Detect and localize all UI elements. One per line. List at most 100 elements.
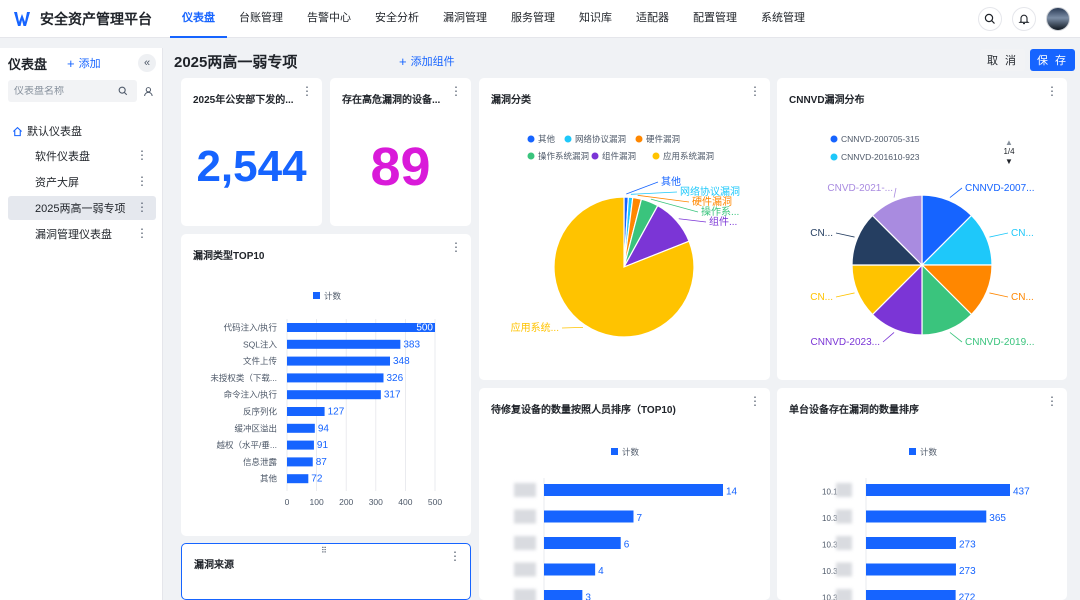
bar-value-label: 273 (959, 566, 976, 577)
top10-bar-chart: 计数 0 100 200 300 400 500 500 代码注入/执行 383 SQL注入 348 文… (210, 291, 442, 507)
y-category-label: 其他 (260, 474, 278, 484)
bar (287, 457, 313, 467)
sidebar-dashboard-item[interactable]: 软件仪表盘 ⋮ (8, 144, 156, 168)
sidebar-item-label: 漏洞管理仪表盘 (35, 229, 112, 241)
sidebar-dashboard-item[interactable]: 资产大屏 ⋮ (8, 170, 156, 194)
legend-label: CNNVD-201610-923 (841, 152, 920, 162)
nav-item[interactable]: 适配器 (624, 0, 681, 38)
more-vertical-icon[interactable]: ⋮ (136, 227, 148, 239)
kpi-card-mps-assets: 2025年公安部下发的... ⋮ 2,544 (181, 78, 322, 226)
bar-value-label: 3 (585, 593, 591, 600)
save-button[interactable]: 保 存 (1030, 49, 1075, 71)
plus-icon: + (399, 53, 407, 69)
nav-item[interactable]: 漏洞管理 (431, 0, 499, 38)
main-menu: 仪表盘 台账管理 告警中心 安全分析 漏洞管理 服务管理 知识库 适配器 配置管理 系统管理 (170, 0, 817, 38)
legend-label: 硬件漏洞 (646, 134, 680, 144)
logo-icon (14, 11, 30, 26)
nav-item[interactable]: 仪表盘 (170, 0, 227, 38)
bar-value-label: 383 (403, 339, 420, 350)
y-category-label: 10.3 (822, 514, 838, 523)
legend-marker (909, 448, 916, 455)
bar-value-label: 72 (311, 474, 323, 485)
drag-handle-icon[interactable]: ⠿ (321, 546, 328, 555)
brand[interactable]: 安全资产管理平台 (0, 9, 170, 29)
app-title: 安全资产管理平台 (40, 10, 152, 27)
tree-root-label: 默认仪表盘 (27, 126, 82, 138)
bar-value-label: 437 (1013, 487, 1030, 498)
collapse-sidebar-button[interactable]: « (138, 54, 156, 72)
y-category-label: SQL注入 (243, 339, 278, 349)
page-title: 2025两高一弱专项 (174, 54, 298, 71)
vuln-source-card[interactable]: ⠿ 漏洞来源 ⋮ (181, 543, 471, 600)
sidebar-dashboard-item[interactable]: 2025两高一弱专项 ⋮ (8, 196, 156, 220)
nav-item[interactable]: 台账管理 (227, 0, 295, 38)
sidebar-item-label: 软件仪表盘 (35, 151, 90, 163)
bar-value-label: 87 (316, 457, 328, 468)
pie-leader-line (949, 187, 963, 198)
nav-item[interactable]: 系统管理 (749, 0, 817, 38)
bar (866, 510, 987, 523)
bar-value-label: 365 (989, 513, 1006, 524)
card-title: 2025年公安部下发的... (193, 95, 294, 106)
legend-label: 计数 (324, 291, 342, 301)
top-nav: 安全资产管理平台 仪表盘 台账管理 告警中心 安全分析 漏洞管理 服务管理 知识库 适配器 配置… (0, 0, 1080, 38)
more-vertical-icon[interactable]: ⋮ (136, 149, 148, 161)
blurred-category-label (836, 589, 852, 600)
y-category-label: 10.3 (822, 567, 838, 576)
legend-prev-icon: ▲ (1005, 138, 1013, 147)
search-icon[interactable] (118, 86, 128, 96)
blurred-category-label (514, 536, 536, 550)
legend-marker (830, 135, 838, 143)
pie-slice-label: CNNVD-2007... (965, 183, 1034, 194)
pie-slice-label: CNVD-2021-... (827, 183, 893, 194)
user-avatar[interactable] (1046, 7, 1070, 31)
user-filter-icon[interactable] (143, 86, 154, 97)
blurred-category-label (836, 509, 852, 524)
nav-item[interactable]: 服务管理 (499, 0, 567, 38)
bar-value-label: 7 (637, 513, 643, 524)
dashboard-search-input[interactable] (14, 85, 118, 97)
nav-item[interactable]: 安全分析 (363, 0, 431, 38)
nav-item[interactable]: 配置管理 (681, 0, 749, 38)
legend-label: 计数 (920, 447, 938, 457)
bar (866, 537, 956, 549)
cancel-button[interactable]: 取 消 (980, 49, 1025, 71)
add-dashboard-button[interactable]: + 添加 (67, 55, 101, 71)
y-category-label: 反序列化 (243, 407, 278, 417)
card-more-icon[interactable]: ⋮ (301, 85, 313, 97)
legend-marker (313, 292, 320, 299)
more-vertical-icon[interactable]: ⋮ (136, 175, 148, 187)
pie-slice-label: CN... (810, 228, 833, 239)
bar (287, 339, 401, 349)
bar (866, 484, 1010, 496)
pie-leader-line (835, 292, 855, 298)
card-title: 存在高危漏洞的设备... (342, 95, 441, 106)
legend-label: 操作系统漏洞 (538, 151, 589, 161)
pie-slice-label: CNNVD-2023... (811, 337, 880, 348)
nav-item[interactable]: 知识库 (567, 0, 624, 38)
card-more-icon[interactable]: ⋮ (449, 550, 461, 562)
sidebar-title: 仪表盘 (8, 56, 48, 72)
legend-marker (830, 153, 838, 161)
dashboard-tree: 默认仪表盘 软件仪表盘 ⋮ 资产大屏 ⋮ 2025两高一弱专项 ⋮ 漏洞管理仪表盘 ⋮ (0, 120, 162, 246)
y-category-label: 文件上传 (243, 356, 278, 366)
bar (544, 563, 596, 576)
notification-button[interactable] (1012, 7, 1036, 31)
more-vertical-icon[interactable]: ⋮ (136, 201, 148, 213)
card-title: 漏洞来源 (194, 560, 234, 571)
nav-item[interactable]: 告警中心 (295, 0, 363, 38)
blurred-category-label (836, 536, 852, 550)
cnnvd-card: CNNVD漏洞分布 ⋮ CNNVD-200705-315 CNNVD-201610… (777, 78, 1067, 380)
bar (544, 484, 723, 496)
card-more-icon[interactable]: ⋮ (450, 85, 462, 97)
blurred-category-label (836, 483, 852, 497)
tree-root[interactable]: 默认仪表盘 (0, 120, 162, 142)
add-widget-button[interactable]: + 添加组件 (399, 53, 455, 69)
blurred-category-label (836, 562, 852, 577)
pie-slice-label: 应用系统... (511, 321, 559, 334)
search-button[interactable] (978, 7, 1002, 31)
sidebar-dashboard-item[interactable]: 漏洞管理仪表盘 ⋮ (8, 222, 156, 246)
pie-slice-label: CN... (810, 292, 833, 303)
pie-leader-line (630, 191, 678, 195)
blurred-category-label (514, 509, 536, 524)
